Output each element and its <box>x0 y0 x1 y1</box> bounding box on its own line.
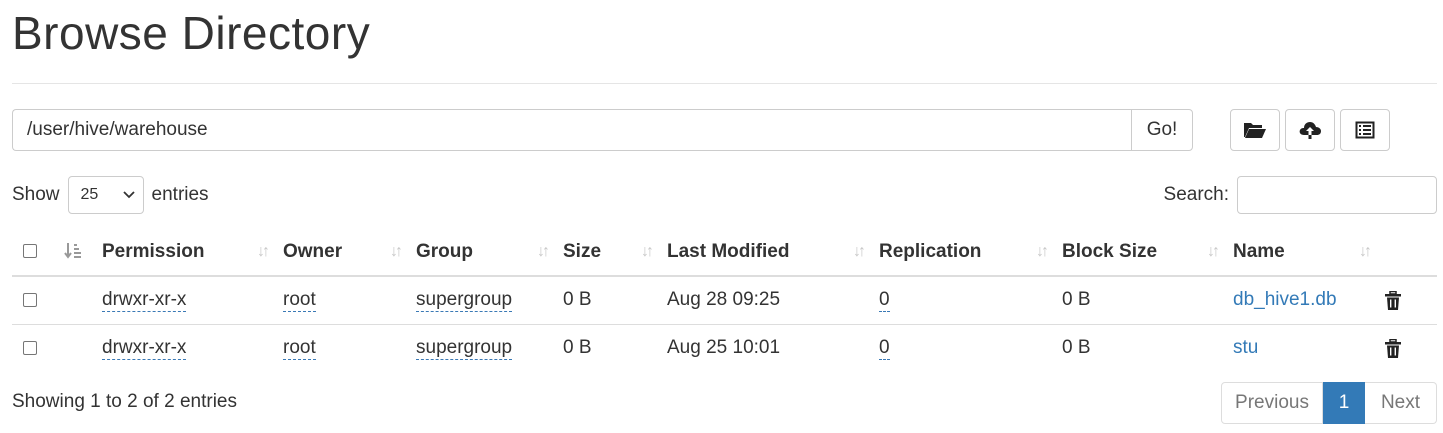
size-cell: 0 B <box>563 276 667 325</box>
table-info: Showing 1 to 2 of 2 entries <box>12 391 237 412</box>
header-block-size-label: Block Size <box>1062 240 1158 262</box>
modified-cell: Aug 28 09:25 <box>667 276 879 325</box>
row-select-cell <box>12 324 52 372</box>
list-icon <box>1355 121 1375 139</box>
search-control: Search: <box>1164 176 1437 214</box>
row-select-cell <box>12 276 52 325</box>
directory-link[interactable]: stu <box>1233 337 1258 358</box>
title-divider <box>12 83 1437 84</box>
replication-value[interactable]: 0 <box>879 337 890 361</box>
select-all-header <box>12 228 52 277</box>
actions-cell <box>1385 276 1437 325</box>
sort-icon: ↓↑ <box>537 242 550 260</box>
type-sort-header[interactable] <box>52 228 102 277</box>
header-owner-label: Owner <box>283 240 343 262</box>
page-size-value: 25 <box>80 186 99 203</box>
size-cell: 0 B <box>563 337 592 359</box>
create-directory-button[interactable] <box>1230 109 1280 151</box>
path-bar: Go! <box>12 109 1193 151</box>
permission-value[interactable]: drwxr-xr-x <box>102 337 187 361</box>
header-replication[interactable]: Replication ↓↑ <box>879 228 1062 277</box>
permission-cell: drwxr-xr-x <box>102 276 283 325</box>
list-view-button[interactable] <box>1340 109 1390 151</box>
row-checkbox[interactable] <box>23 293 37 308</box>
row-spacer-cell <box>52 324 102 372</box>
directory-link[interactable]: db_hive1.db <box>1233 289 1337 310</box>
name-cell: db_hive1.db <box>1233 276 1385 325</box>
permission-value[interactable]: drwxr-xr-x <box>102 289 187 313</box>
header-last-modified-label: Last Modified <box>667 240 790 262</box>
row-checkbox[interactable] <box>23 341 37 356</box>
page-title: Browse Directory <box>12 7 371 59</box>
page-1-button[interactable]: 1 <box>1323 382 1365 424</box>
sort-icon: ↓↑ <box>1036 242 1049 260</box>
trash-icon[interactable] <box>1385 290 1401 310</box>
search-input[interactable] <box>1237 176 1437 214</box>
owner-cell: root <box>283 276 416 325</box>
search-label: Search: <box>1163 184 1229 205</box>
actions-header <box>1385 228 1437 277</box>
block-size-cell: 0 B <box>1062 276 1233 325</box>
sort-icon: ↓↑ <box>390 242 403 260</box>
page-size-select[interactable]: 25 <box>67 176 144 214</box>
select-all-checkbox[interactable] <box>23 244 37 259</box>
sort-icon: ↓↑ <box>853 242 866 260</box>
length-control: Show 25 entries <box>12 176 209 214</box>
go-button[interactable]: Go! <box>1131 109 1193 151</box>
permission-cell: drwxr-xr-x <box>102 324 283 372</box>
replication-value[interactable]: 0 <box>879 289 890 313</box>
owner-value[interactable]: root <box>283 337 316 361</box>
owner-value[interactable]: root <box>283 289 316 313</box>
header-name-label: Name <box>1233 240 1285 262</box>
header-permission[interactable]: Permission ↓↑ <box>102 228 283 277</box>
header-permission-label: Permission <box>102 240 205 262</box>
owner-cell: root <box>283 324 416 372</box>
entries-label: entries <box>151 184 209 205</box>
block-size-cell: 0 B <box>1062 337 1091 359</box>
path-input[interactable] <box>12 109 1131 151</box>
sort-amount-icon <box>64 243 81 260</box>
upload-button[interactable] <box>1285 109 1335 151</box>
next-page-button[interactable]: Next <box>1365 382 1437 424</box>
header-size-label: Size <box>563 240 602 262</box>
previous-page-button[interactable]: Previous <box>1221 382 1323 424</box>
table-row: drwxr-xr-x root supergroup 0 B Aug 25 10… <box>12 324 1437 372</box>
header-group-label: Group <box>416 240 473 262</box>
sort-icon: ↓↑ <box>1359 242 1372 260</box>
header-owner[interactable]: Owner ↓↑ <box>283 228 416 277</box>
sort-icon: ↓↑ <box>641 242 654 260</box>
show-label: Show <box>12 184 60 205</box>
header-block-size[interactable]: Block Size ↓↑ <box>1062 228 1233 277</box>
pagination: Previous 1 Next <box>1221 382 1437 424</box>
group-cell: supergroup <box>416 324 563 372</box>
modified-cell: Aug 25 10:01 <box>667 337 781 359</box>
header-replication-label: Replication <box>879 240 982 262</box>
chevron-down-icon <box>122 191 135 199</box>
name-cell: stu <box>1233 324 1385 372</box>
trash-icon[interactable] <box>1385 338 1401 358</box>
table-row: drwxr-xr-x root supergroup 0 B Aug 28 09… <box>12 276 1437 325</box>
header-size[interactable]: Size ↓↑ <box>563 228 667 277</box>
group-value[interactable]: supergroup <box>416 337 513 361</box>
replication-cell: 0 <box>879 276 1062 325</box>
header-name[interactable]: Name ↓↑ <box>1233 228 1385 277</box>
group-cell: supergroup <box>416 276 563 325</box>
cloud-upload-icon <box>1299 122 1321 139</box>
sort-icon: ↓↑ <box>1207 242 1220 260</box>
header-last-modified[interactable]: Last Modified ↓↑ <box>667 228 879 277</box>
sort-icon: ↓↑ <box>257 242 270 260</box>
header-group[interactable]: Group ↓↑ <box>416 228 563 277</box>
folder-open-icon <box>1244 123 1266 138</box>
table-header-row: Permission ↓↑ Owner ↓↑ Group ↓↑ Size ↓↑ Last… <box>12 228 1437 277</box>
directory-table: Permission ↓↑ Owner ↓↑ Group ↓↑ Size ↓↑ Last… <box>12 228 1437 372</box>
group-value[interactable]: supergroup <box>416 289 513 313</box>
replication-cell: 0 <box>879 324 1062 372</box>
row-spacer-cell <box>52 276 102 325</box>
actions-cell <box>1385 324 1437 372</box>
